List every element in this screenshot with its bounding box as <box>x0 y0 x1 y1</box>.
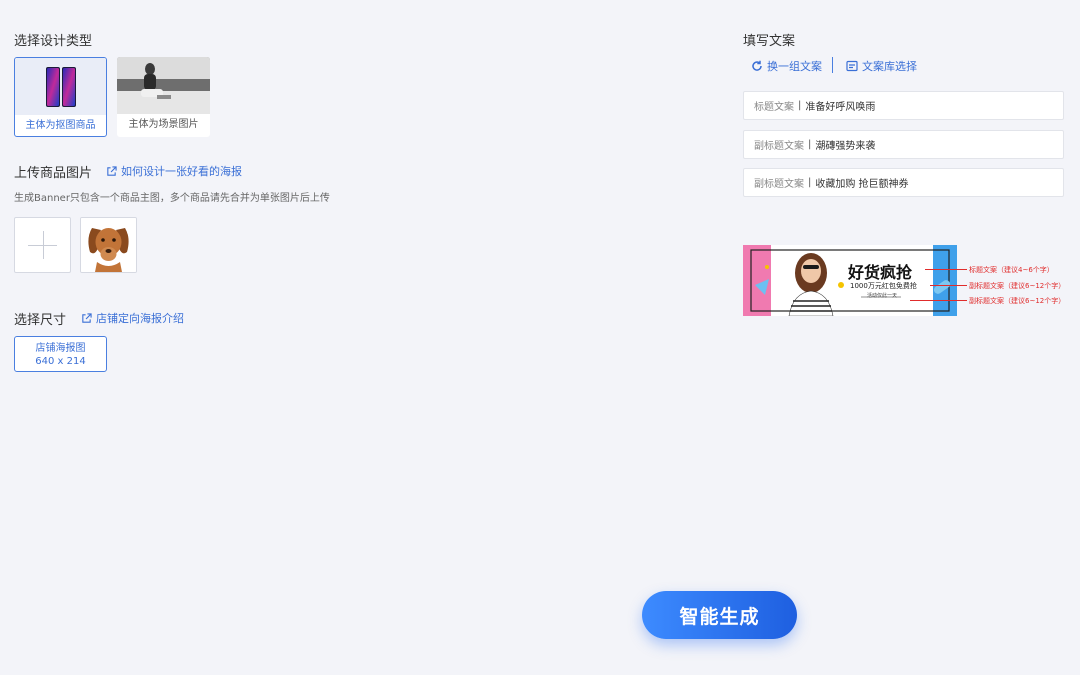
toolbar-divider <box>832 57 833 73</box>
subtitle-copy-label-2: 副标题文案 <box>754 179 804 190</box>
banner-preview: 好货疯抢 1000万元红包免费抢 活动仅此一天 <box>743 245 957 316</box>
dog-image <box>81 218 136 272</box>
subtitle-copy-value-2: 收藏加购 抢巨额神券 <box>815 179 909 190</box>
upload-help-link[interactable]: 如何设计一张好看的海报 <box>106 163 242 179</box>
swap-copy-button[interactable]: 换一组文案 <box>751 58 822 74</box>
library-icon <box>846 60 858 72</box>
banner-subline: 1000万元红包免费抢 <box>850 282 917 290</box>
subtitle-copy-label-1: 副标题文案 <box>754 141 804 152</box>
size-option-name: 店铺海报图 <box>35 343 86 354</box>
refresh-icon <box>752 60 762 71</box>
design-type-scene-card[interactable]: 主体为场景图片 <box>117 57 210 137</box>
upload-help-link-label: 如何设计一张好看的海报 <box>121 165 242 178</box>
size-help-link[interactable]: 店铺定向海报介绍 <box>81 310 184 326</box>
title-copy-label: 标题文案 <box>754 102 794 113</box>
swap-copy-label: 换一组文案 <box>767 60 822 73</box>
subtitle-copy-field-1[interactable]: 副标题文案 | 潮磚强势来袭 <box>743 130 1064 159</box>
size-help-link-label: 店铺定向海报介绍 <box>96 312 184 325</box>
uploaded-dog-thumbnail[interactable] <box>80 217 137 273</box>
size-option-shop-poster[interactable]: 店铺海报图 640 x 214 <box>14 336 107 372</box>
copy-library-button[interactable]: 文案库选择 <box>846 58 917 74</box>
title-copy-field[interactable]: 标题文案 | 准备好呼风唤雨 <box>743 91 1064 120</box>
subline-annotation-1: 副标题文案（建议6~12个字） <box>969 282 1066 290</box>
size-option-dims: 640 x 214 <box>35 356 86 367</box>
headline-annotation: 标题文案（建议4~6个字） <box>969 266 1054 274</box>
subtitle-copy-field-2[interactable]: 副标题文案 | 收藏加购 抢巨额神券 <box>743 168 1064 197</box>
copy-library-label: 文案库选择 <box>862 60 917 73</box>
upload-add-button[interactable] <box>14 217 71 273</box>
external-link-icon <box>107 165 117 176</box>
banner-small-text: 活动仅此一天 <box>867 293 898 299</box>
phone-product-image <box>15 58 106 115</box>
size-title: 选择尺寸 <box>14 313 67 328</box>
external-link-icon <box>82 312 92 323</box>
design-type-title: 选择设计类型 <box>14 34 93 49</box>
design-type-scene-label: 主体为场景图片 <box>128 119 199 130</box>
upload-hint: 生成Banner只包含一个商品主图，多个商品请先合并为单张图片后上传 <box>14 193 330 204</box>
design-type-cutout-card[interactable]: 主体为抠图商品 <box>14 57 107 137</box>
banner-headline: 好货疯抢 <box>848 263 913 282</box>
title-copy-value: 准备好呼风唤雨 <box>805 102 876 113</box>
subline-annotation-2: 副标题文案（建议6~12个字） <box>969 297 1066 305</box>
smart-generate-button[interactable]: 智能生成 <box>642 591 797 639</box>
scene-photo-image <box>117 57 210 114</box>
subtitle-copy-value-1: 潮磚强势来袭 <box>815 141 876 152</box>
design-type-cutout-label: 主体为抠图商品 <box>25 120 96 131</box>
copy-title: 填写文案 <box>743 34 796 49</box>
upload-title: 上传商品图片 <box>14 166 93 181</box>
